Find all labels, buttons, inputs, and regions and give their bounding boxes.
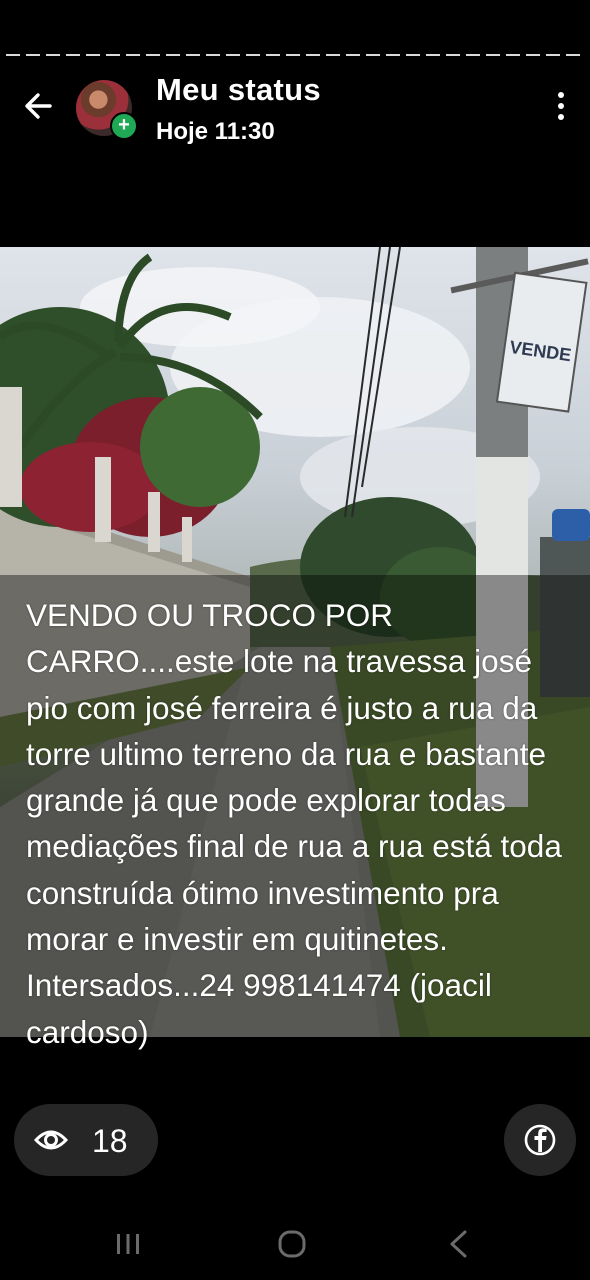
recents-icon[interactable]: [114, 1232, 142, 1256]
eye-icon: [34, 1130, 68, 1150]
status-header: + Meu status Hoje 11:30: [0, 64, 590, 154]
status-progress-bar: [6, 54, 584, 56]
system-nav-bar: [0, 1200, 590, 1280]
facebook-icon: [524, 1124, 556, 1156]
status-time: Hoje 11:30: [156, 118, 275, 145]
status-title: Meu status: [156, 72, 321, 107]
home-icon[interactable]: [278, 1230, 306, 1258]
views-count: 18: [92, 1123, 128, 1159]
share-facebook-button[interactable]: [504, 1104, 576, 1176]
plus-icon[interactable]: +: [110, 112, 138, 140]
back-button[interactable]: [18, 84, 58, 128]
status-caption: VENDO OU TROCO POR CARRO....este lote na…: [26, 597, 562, 1050]
nav-back-icon[interactable]: [448, 1230, 468, 1258]
views-button[interactable]: 18: [14, 1104, 158, 1176]
more-vert-icon[interactable]: [554, 92, 568, 124]
avatar[interactable]: +: [76, 80, 138, 140]
arrow-left-icon: [25, 93, 52, 119]
